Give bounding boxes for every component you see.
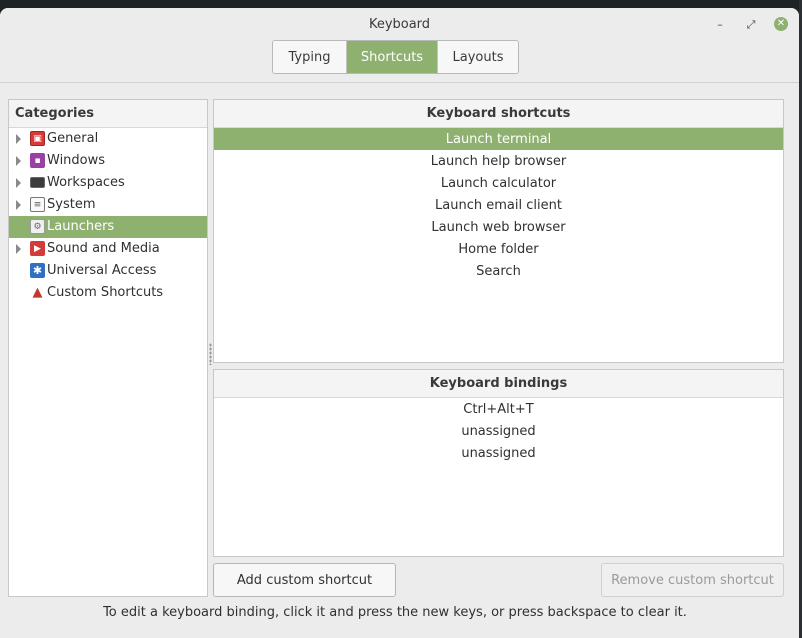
shortcuts-panel: Keyboard shortcuts Launch terminal Launc… [213, 99, 784, 363]
system-icon: ≡ [30, 197, 45, 212]
launchers-icon: ⚙ [30, 219, 45, 234]
category-label: Universal Access [47, 263, 157, 278]
category-launchers[interactable]: ⚙ Launchers [9, 216, 207, 238]
category-label: Launchers [47, 219, 115, 234]
binding-row[interactable]: Ctrl+Alt+T [214, 398, 783, 420]
window-title: Keyboard [368, 17, 431, 32]
bindings-panel: Keyboard bindings Ctrl+Alt+T unassigned … [213, 369, 784, 557]
shortcut-row[interactable]: Launch calculator [214, 172, 783, 194]
remove-custom-shortcut-button[interactable]: Remove custom shortcut [601, 563, 784, 597]
sound-media-icon: ▶ [30, 241, 45, 256]
keyboard-window: Keyboard – ⤢ ✕ Typing Shortcuts Layouts … [0, 8, 799, 638]
category-sound-media[interactable]: ▶ Sound and Media [9, 238, 207, 260]
shortcut-row[interactable]: Launch web browser [214, 216, 783, 238]
category-workspaces[interactable]: Workspaces [9, 172, 207, 194]
tab-typing[interactable]: Typing [273, 41, 347, 73]
custom-shortcuts-icon: ▲ [32, 285, 43, 300]
tab-shortcuts[interactable]: Shortcuts [347, 41, 438, 73]
categories-header[interactable]: Categories [9, 100, 207, 128]
category-label: Sound and Media [47, 241, 160, 256]
category-universal-access[interactable]: ✱ Universal Access [9, 260, 207, 282]
category-system[interactable]: ≡ System [9, 194, 207, 216]
bindings-list: Ctrl+Alt+T unassigned unassigned [214, 398, 783, 464]
category-custom-shortcuts[interactable]: ▲ Custom Shortcuts [9, 282, 207, 304]
shortcut-row[interactable]: Home folder [214, 238, 783, 260]
category-windows[interactable]: ▪ Windows [9, 150, 207, 172]
category-label: General [47, 131, 99, 146]
shortcut-row[interactable]: Launch terminal [214, 128, 783, 150]
binding-row[interactable]: unassigned [214, 442, 783, 464]
category-label: Windows [47, 153, 106, 168]
universal-access-icon: ✱ [30, 263, 45, 278]
categories-panel: Categories ▣ General ▪ Windows Workspace… [8, 99, 208, 597]
pane-splitter-handle[interactable] [209, 343, 212, 365]
category-general[interactable]: ▣ General [9, 128, 207, 150]
shortcut-row[interactable]: Search [214, 260, 783, 282]
minimize-icon[interactable]: – [713, 17, 727, 31]
help-hint-text: To edit a keyboard binding, click it and… [103, 605, 687, 620]
category-label: Workspaces [47, 175, 125, 190]
tab-layouts[interactable]: Layouts [438, 41, 518, 73]
binding-row[interactable]: unassigned [214, 420, 783, 442]
expander-icon[interactable] [16, 156, 21, 166]
expander-icon[interactable] [16, 178, 21, 188]
tab-bar: Typing Shortcuts Layouts [272, 40, 519, 74]
shortcut-row[interactable]: Launch email client [214, 194, 783, 216]
maximize-icon[interactable]: ⤢ [744, 17, 758, 31]
category-label: System [47, 197, 96, 212]
expander-icon[interactable] [16, 244, 21, 254]
close-icon[interactable]: ✕ [774, 17, 788, 31]
expander-icon[interactable] [16, 134, 21, 144]
add-custom-shortcut-button[interactable]: Add custom shortcut [213, 563, 396, 597]
shortcut-row[interactable]: Launch help browser [214, 150, 783, 172]
shortcuts-header[interactable]: Keyboard shortcuts [214, 100, 783, 128]
bindings-header[interactable]: Keyboard bindings [214, 370, 783, 398]
windows-icon: ▪ [30, 153, 45, 168]
category-label: Custom Shortcuts [47, 285, 164, 300]
expander-icon[interactable] [16, 200, 21, 210]
shortcuts-list: Launch terminal Launch help browser Laun… [214, 128, 783, 282]
general-icon: ▣ [30, 131, 45, 146]
title-bar: Keyboard – ⤢ ✕ Typing Shortcuts Layouts [0, 8, 799, 83]
workspaces-icon [30, 177, 45, 188]
categories-list: ▣ General ▪ Windows Workspaces ≡ System … [9, 128, 207, 304]
